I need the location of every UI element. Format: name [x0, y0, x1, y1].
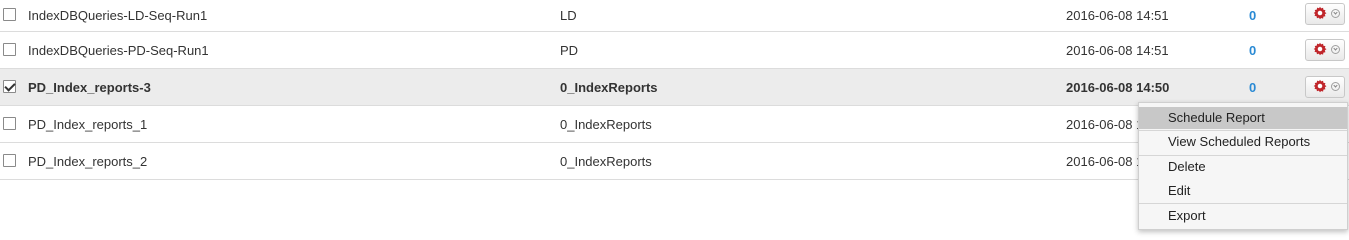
report-type: 0_IndexReports [560, 154, 652, 169]
gear-icon [1313, 42, 1327, 56]
chevron-down-icon [1331, 9, 1340, 18]
menu-item-edit[interactable]: Edit [1139, 180, 1347, 202]
row-checkbox[interactable] [3, 8, 16, 21]
report-name[interactable]: PD_Index_reports_1 [28, 117, 147, 132]
row-checkbox[interactable] [3, 80, 16, 93]
row-actions-button[interactable] [1305, 76, 1345, 98]
report-count[interactable]: 0 [1249, 8, 1256, 23]
report-date: 2016-06-08 14:51 [1066, 43, 1169, 58]
report-count[interactable]: 0 [1249, 80, 1256, 95]
row-checkbox[interactable] [3, 154, 16, 167]
report-name[interactable]: PD_Index_reports_2 [28, 154, 147, 169]
report-date: 2016-06-08 1 [1066, 117, 1144, 132]
report-type: 0_IndexReports [560, 80, 658, 95]
menu-item-schedule-report[interactable]: Schedule Report [1139, 107, 1347, 129]
report-name[interactable]: PD_Index_reports-3 [28, 80, 151, 95]
menu-item-view-scheduled-reports[interactable]: View Scheduled Reports [1139, 131, 1347, 153]
report-type: LD [560, 8, 577, 23]
report-name[interactable]: IndexDBQueries-LD-Seq-Run1 [28, 8, 207, 23]
table-row[interactable]: PD_Index_reports-3 0_IndexReports 2016-0… [0, 69, 1349, 106]
row-actions-button[interactable] [1305, 3, 1345, 25]
gear-icon [1313, 79, 1327, 93]
report-date: 2016-06-08 14:51 [1066, 8, 1169, 23]
report-date: 2016-06-08 1 [1066, 154, 1144, 169]
row-checkbox[interactable] [3, 117, 16, 130]
row-actions-menu: Schedule Report View Scheduled Reports D… [1138, 102, 1348, 230]
chevron-down-icon [1331, 82, 1340, 91]
menu-divider [1139, 203, 1347, 204]
table-row[interactable]: IndexDBQueries-LD-Seq-Run1 LD 2016-06-08… [0, 0, 1349, 32]
report-date: 2016-06-08 14:50 [1066, 80, 1170, 95]
report-count[interactable]: 0 [1249, 43, 1256, 58]
row-checkbox[interactable] [3, 43, 16, 56]
row-actions-button[interactable] [1305, 39, 1345, 61]
report-type: PD [560, 43, 579, 58]
chevron-down-icon [1331, 45, 1340, 54]
table-row[interactable]: IndexDBQueries-PD-Seq-Run1 PD 2016-06-08… [0, 32, 1349, 69]
gear-icon [1313, 6, 1327, 20]
report-type: 0_IndexReports [560, 117, 652, 132]
menu-item-export[interactable]: Export [1139, 205, 1347, 227]
menu-item-delete[interactable]: Delete [1139, 156, 1347, 178]
report-name[interactable]: IndexDBQueries-PD-Seq-Run1 [28, 43, 209, 58]
